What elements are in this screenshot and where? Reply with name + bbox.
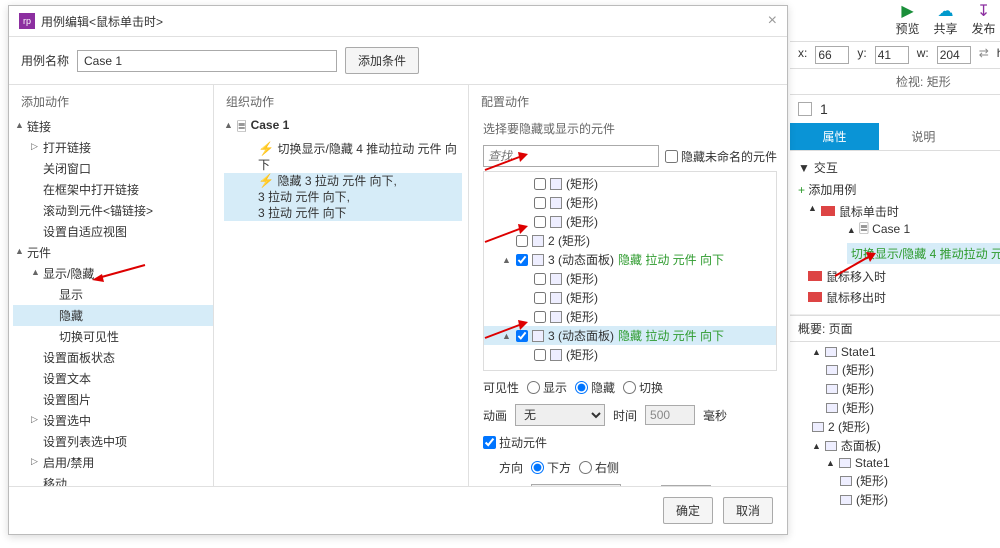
col-configure: 配置动作 xyxy=(473,93,787,116)
coord-bar: x: y: w: ⇄ h: xyxy=(790,42,1000,69)
annotation-arrow xyxy=(480,318,530,342)
hide-unnamed-checkbox[interactable]: 隐藏未命名的元件 xyxy=(665,148,777,165)
radio-toggle[interactable]: 切换 xyxy=(623,379,663,396)
event-mousein[interactable]: 鼠标移入时 xyxy=(798,266,1000,287)
event-icon xyxy=(808,292,822,302)
tree-toggle-vis[interactable]: 切换可见性 xyxy=(13,326,213,347)
outline-item[interactable]: ▲ 态面板) xyxy=(798,436,1000,455)
event-icon xyxy=(821,206,835,216)
ok-button[interactable]: 确定 xyxy=(663,497,713,524)
widget-list-item[interactable]: (矩形) xyxy=(484,345,776,364)
y-input[interactable] xyxy=(875,46,909,64)
event-icon xyxy=(808,271,822,281)
widget-list-item[interactable]: (矩形) xyxy=(484,269,776,288)
tree-show[interactable]: 显示 xyxy=(13,284,213,305)
outline-item[interactable]: 2 (矩形) xyxy=(798,417,1000,436)
dialog-title: 用例编辑<鼠标单击时> xyxy=(41,13,163,30)
add-condition-button[interactable]: 添加条件 xyxy=(345,47,419,74)
name-label: 用例名称 xyxy=(21,52,69,69)
widget-list-item[interactable]: (矩形) xyxy=(484,288,776,307)
tree-links[interactable]: ▲链接 xyxy=(13,116,213,137)
tree-panel-state[interactable]: 设置面板状态 xyxy=(13,347,213,368)
select-widgets-label: 选择要隐藏或显示的元件 xyxy=(483,116,777,141)
tree-set-selected[interactable]: ▷设置选中 xyxy=(13,410,213,431)
widget-list-item[interactable]: ▲3 (动态面板) 隐藏 拉动 元件 向下 xyxy=(484,250,776,269)
radio-right[interactable]: 右侧 xyxy=(579,459,619,476)
tab-properties[interactable]: 属性 xyxy=(790,123,879,150)
outline-item[interactable]: ▲ State1 xyxy=(798,344,1000,360)
x-input[interactable] xyxy=(815,46,849,64)
outline-tree: ▲ State1(矩形)(矩形)(矩形)2 (矩形)▲ 态面板)▲ State1… xyxy=(790,342,1000,511)
inspector-title: 检视: 矩形 xyxy=(790,69,1000,95)
outline-item[interactable]: (矩形) xyxy=(798,379,1000,398)
tree-scroll[interactable]: 滚动到元件<锚链接> xyxy=(13,200,213,221)
widget-list-item[interactable]: (矩形) xyxy=(484,193,776,212)
inspector-tabs: 属性 说明 样式 xyxy=(790,123,1000,151)
outline-item[interactable]: ▲ State1 xyxy=(798,455,1000,471)
annotation-arrow xyxy=(480,150,530,174)
tree-open-link[interactable]: ▷打开链接 xyxy=(13,137,213,158)
preview-button[interactable]: ▶预览 xyxy=(894,4,922,37)
annotation-arrow xyxy=(480,222,530,246)
radio-show[interactable]: 显示 xyxy=(527,379,567,396)
tree-hide[interactable]: 隐藏 xyxy=(13,305,213,326)
radio-down[interactable]: 下方 xyxy=(531,459,571,476)
pull-checkbox[interactable]: 拉动元件 xyxy=(483,434,547,451)
outline-header: 概要: 页面▾⇅ xyxy=(790,315,1000,342)
cancel-button[interactable]: 取消 xyxy=(723,497,773,524)
anim-select[interactable]: 无 xyxy=(515,404,605,426)
share-button[interactable]: ☁共享 xyxy=(932,4,960,37)
visibility-label: 可见性 xyxy=(483,379,519,396)
tree-set-image[interactable]: 设置图片 xyxy=(13,389,213,410)
outline-item[interactable]: (矩形) xyxy=(798,360,1000,379)
anim-label: 动画 xyxy=(483,407,507,424)
tree-enable[interactable]: ▷启用/禁用 xyxy=(13,452,213,473)
shape-icon xyxy=(798,102,812,116)
close-icon[interactable]: × xyxy=(768,12,777,30)
tree-open-in-frame[interactable]: 在框架中打开链接 xyxy=(13,179,213,200)
outline-item[interactable]: (矩形) xyxy=(798,490,1000,509)
dir-label: 方向 xyxy=(499,459,523,476)
bolt-icon: ⚡ xyxy=(258,141,274,156)
tree-move[interactable]: 移动 xyxy=(13,473,213,486)
org-action-1[interactable]: ⚡ 切换显示/隐藏 4 推动拉动 元件 向下 xyxy=(224,141,462,173)
tab-notes[interactable]: 说明 xyxy=(879,123,968,150)
case-icon: 🗏 xyxy=(237,118,247,139)
time-input[interactable] xyxy=(645,405,695,425)
tree-adaptive[interactable]: 设置自适应视图 xyxy=(13,221,213,242)
app-icon: rp xyxy=(19,13,35,29)
w-input[interactable] xyxy=(937,46,971,64)
time-label: 时间 xyxy=(613,407,637,424)
annotation-arrow xyxy=(830,250,880,280)
annotation-arrow xyxy=(90,260,150,284)
event-click[interactable]: ▲鼠标单击时 ▲ 🗏 Case 1 切换显示/隐藏 4 推动拉动 元件 向下 xyxy=(798,201,1000,266)
tree-set-text[interactable]: 设置文本 xyxy=(13,368,213,389)
org-case[interactable]: ▲🗏Case 1 xyxy=(224,116,462,141)
tab-style[interactable]: 样式 xyxy=(968,123,1000,150)
top-toolbar: ▶预览 ☁共享 ↧发布 ▲ 登录 xyxy=(790,0,1000,42)
outline-item[interactable]: (矩形) xyxy=(798,398,1000,417)
col-add-action: 添加动作 xyxy=(13,93,213,116)
outline-item[interactable]: (矩形) xyxy=(798,471,1000,490)
widget-list-item[interactable]: (矩形) xyxy=(484,174,776,193)
tree-close-window[interactable]: 关闭窗口 xyxy=(13,158,213,179)
bolt-icon: ⚡ xyxy=(258,173,274,188)
add-case-link[interactable]: + 添加用例 xyxy=(798,178,1000,201)
interact-header[interactable]: ▼ 交互 xyxy=(798,157,1000,178)
publish-button[interactable]: ↧发布 xyxy=(970,4,998,37)
event-mouseout[interactable]: 鼠标移出时 xyxy=(798,287,1000,308)
widget-name[interactable]: 1 xyxy=(820,101,828,117)
case-name-input[interactable] xyxy=(77,50,337,72)
org-action-2[interactable]: ⚡ 隐藏 3 拉动 元件 向下,3 拉动 元件 向下,3 拉动 元件 向下 xyxy=(224,173,462,221)
radio-hide[interactable]: 隐藏 xyxy=(575,379,615,396)
tree-set-list[interactable]: 设置列表选中项 xyxy=(13,431,213,452)
col-organize: 组织动作 xyxy=(218,93,468,116)
